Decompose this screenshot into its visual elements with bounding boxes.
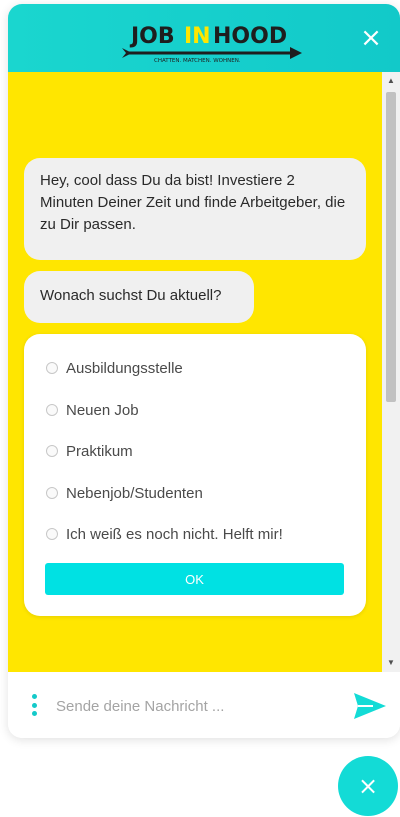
option-label: Neuen Job: [66, 401, 139, 419]
close-chat-button[interactable]: ×: [360, 25, 382, 51]
message-input[interactable]: [54, 690, 328, 722]
scroll-thumb[interactable]: [386, 92, 396, 402]
close-icon: ×: [360, 23, 382, 53]
radio-icon[interactable]: [46, 528, 58, 540]
chat-widget: JOB IN HOOD CHATTEN. MATCHEN. WOHNEN. × …: [8, 4, 400, 738]
logo-tagline: CHATTEN. MATCHEN. WOHNEN.: [154, 58, 241, 64]
option-praktikum[interactable]: Praktikum: [46, 439, 133, 463]
option-nebenjob[interactable]: Nebenjob/Studenten: [46, 481, 203, 505]
chat-area: Hey, cool dass Du da bist! Investiere 2 …: [8, 72, 400, 672]
options-card: Ausbildungsstelle Neuen Job Praktikum Ne…: [24, 334, 366, 616]
ok-button[interactable]: OK: [45, 563, 344, 595]
radio-icon[interactable]: [46, 362, 58, 374]
message-composer: [8, 672, 400, 738]
radio-icon[interactable]: [46, 404, 58, 416]
option-neuen-job[interactable]: Neuen Job: [46, 398, 139, 422]
vertical-dots-icon[interactable]: [30, 694, 38, 716]
close-icon: ×: [357, 772, 379, 800]
scroll-down-arrow-icon[interactable]: ▼: [382, 656, 400, 670]
bot-message-greeting: Hey, cool dass Du da bist! Investiere 2 …: [24, 158, 366, 260]
chat-scrollbar[interactable]: ▲ ▼: [382, 72, 400, 672]
logo-text-in: IN: [184, 24, 211, 49]
bot-message-question: Wonach suchst Du aktuell?: [24, 271, 254, 323]
scroll-up-arrow-icon[interactable]: ▲: [382, 74, 400, 88]
option-ausbildungsstelle[interactable]: Ausbildungsstelle: [46, 356, 183, 380]
option-label: Nebenjob/Studenten: [66, 484, 203, 502]
logo-text-hood: HOOD: [213, 24, 287, 49]
chat-header: JOB IN HOOD CHATTEN. MATCHEN. WOHNEN. ×: [8, 4, 400, 72]
option-unsure[interactable]: Ich weiß es noch nicht. Helft mir!: [46, 522, 283, 546]
paper-plane-icon[interactable]: [353, 692, 387, 720]
radio-icon[interactable]: [46, 445, 58, 457]
option-label: Praktikum: [66, 442, 133, 460]
option-label: Ausbildungsstelle: [66, 359, 183, 377]
launcher-close-button[interactable]: ×: [338, 756, 398, 816]
jobinhood-logo: JOB IN HOOD CHATTEN. MATCHEN. WOHNEN.: [122, 24, 302, 64]
radio-icon[interactable]: [46, 487, 58, 499]
logo-text-job: JOB: [129, 24, 175, 49]
option-label: Ich weiß es noch nicht. Helft mir!: [66, 525, 283, 543]
